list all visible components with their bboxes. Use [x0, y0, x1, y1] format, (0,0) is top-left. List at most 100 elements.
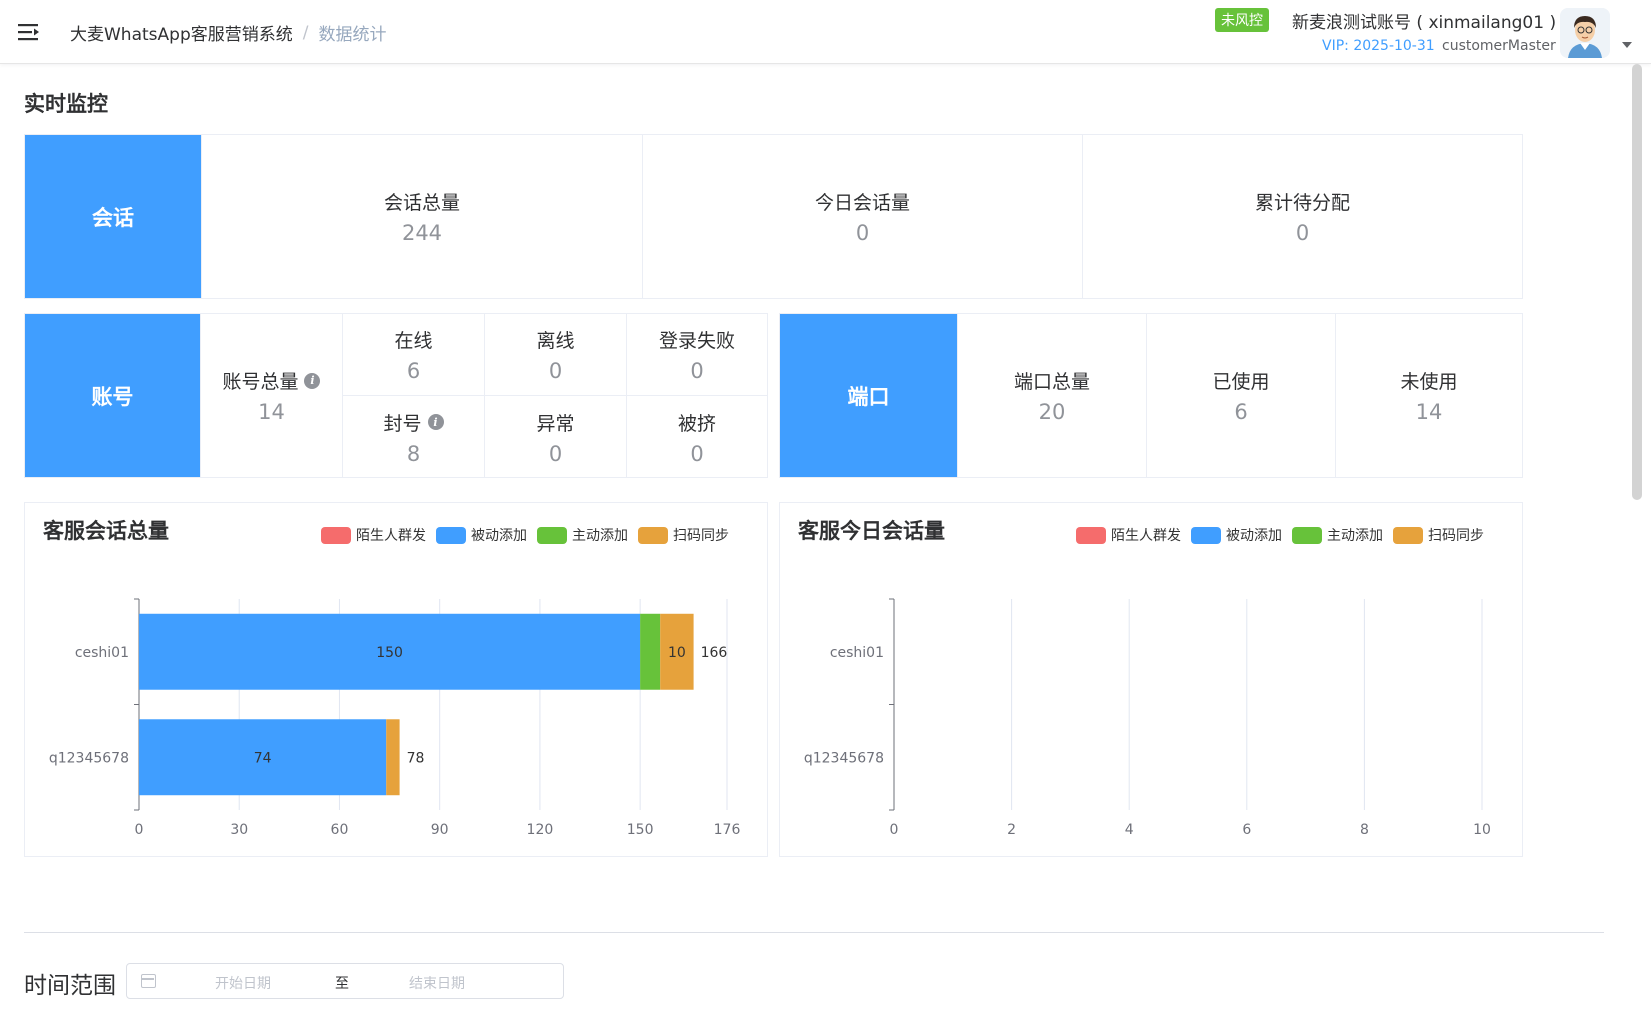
account-label-block: 账号: [25, 314, 200, 477]
bar-value-label: 10: [668, 645, 686, 661]
chart-card-today: 客服今日会话量 陌生人群发 被动添加 主动添加 扫码同步 0 2 4 6 8 10 cesh…: [779, 502, 1523, 857]
date-range-picker[interactable]: 开始日期 至 结束日期: [126, 963, 564, 999]
scrollbar[interactable]: [1632, 64, 1642, 500]
stat-label: 封号 i: [383, 409, 444, 436]
chevron-down-icon[interactable]: [1622, 42, 1632, 48]
chart-card-total: 客服会话总量 陌生人群发 被动添加 主动添加 扫码同步 0 30 60 90 120 15…: [24, 502, 768, 857]
y-category-label: q12345678: [804, 750, 884, 766]
stat-value: 0: [690, 359, 704, 383]
bar-total-label: 78: [407, 750, 425, 766]
stat-label: 累计待分配: [1254, 192, 1350, 214]
end-date-input[interactable]: 结束日期: [409, 973, 465, 993]
x-tick-label: 6: [1242, 822, 1251, 838]
x-tick-label: 150: [627, 822, 654, 838]
section-title: 实时监控: [24, 92, 108, 116]
stat-label: 今日会话量: [814, 192, 910, 214]
stat-label: 未使用: [1400, 371, 1458, 393]
bar-segment: [386, 719, 400, 796]
time-range-label: 时间范围: [24, 973, 116, 999]
x-tick-label: 60: [331, 822, 349, 838]
info-icon[interactable]: i: [304, 372, 321, 389]
breadcrumb-separator: /: [302, 22, 309, 43]
account-panel: 账号 账号总量 i 14 在线 6 离线 0 登录失败 0 封号 i 8 异常: [24, 313, 768, 478]
x-tick-label: 90: [431, 822, 449, 838]
stat-cell-account-total: 账号总量 i 14: [199, 314, 342, 477]
stat-cell-login-failed: 登录失败 0: [626, 314, 767, 396]
divider: [24, 932, 1604, 933]
menu-toggle-icon[interactable]: [18, 22, 40, 42]
bar-total-label: 166: [701, 645, 728, 661]
stat-value: 20: [1038, 400, 1066, 424]
bar-value-label: 74: [254, 750, 272, 766]
risk-status-badge: 未风控: [1215, 8, 1269, 32]
banned-label: 封号: [383, 412, 422, 435]
stat-value: 0: [548, 441, 563, 466]
start-date-input[interactable]: 开始日期: [215, 973, 271, 993]
info-icon[interactable]: i: [427, 414, 444, 430]
stat-label: 异常: [536, 412, 575, 435]
breadcrumb: 大麦WhatsApp客服营销系统 / 数据统计: [70, 20, 387, 46]
x-tick-label: 176: [714, 822, 741, 838]
stat-value: 0: [1295, 221, 1310, 245]
x-tick-label: 0: [135, 822, 144, 838]
stat-value: 0: [690, 441, 704, 466]
stat-cell-banned: 封号 i 8: [342, 396, 484, 478]
port-panel: 端口 端口总量 20 已使用 6 未使用 14: [779, 313, 1523, 478]
stat-cell-port-unused: 未使用 14: [1335, 314, 1522, 477]
stat-cell-kicked: 被挤 0: [626, 396, 767, 478]
top-header: 大麦WhatsApp客服营销系统 / 数据统计 未风控 新麦浪测试账号 ( xi…: [0, 0, 1651, 64]
stat-label: 登录失败: [658, 330, 735, 352]
x-tick-label: 30: [230, 822, 248, 838]
calendar-icon: [141, 974, 156, 988]
x-tick-label: 4: [1125, 822, 1134, 838]
stat-label: 被挤: [677, 412, 716, 435]
account-status-grid: 在线 6 离线 0 登录失败 0 封号 i 8 异常 0 被挤 0: [342, 314, 767, 478]
x-tick-label: 10: [1473, 822, 1491, 838]
stat-cell-session-today: 今日会话量 0: [642, 135, 1082, 298]
x-tick-label: 0: [890, 822, 899, 838]
stat-cell-port-total: 端口总量 20: [957, 314, 1146, 477]
user-role: customerMaster: [1442, 38, 1556, 54]
port-label-block: 端口: [780, 314, 957, 477]
stat-value: 0: [855, 221, 870, 245]
stat-label: 离线: [536, 330, 575, 352]
stat-value: 14: [258, 400, 285, 424]
x-tick-label: 2: [1007, 822, 1016, 838]
stat-label: 账号总量 i: [222, 367, 321, 394]
stat-label: 端口总量: [1013, 371, 1090, 393]
stat-cell-offline: 离线 0: [484, 314, 626, 396]
y-category-label: q12345678: [49, 750, 129, 766]
y-category-label: ceshi01: [75, 645, 129, 661]
stat-label: 已使用: [1212, 371, 1270, 393]
vip-expiry: VIP: 2025-10-31: [1322, 38, 1435, 54]
stat-label: 会话总量: [383, 192, 460, 214]
stat-cell-abnormal: 异常 0: [484, 396, 626, 478]
chart-plot: 0 2 4 6 8 10 ceshi01 q12345678: [804, 598, 1491, 838]
stat-cell-session-pending: 累计待分配 0: [1082, 135, 1522, 298]
avatar[interactable]: [1560, 8, 1610, 58]
bar-segment: [640, 613, 661, 690]
stat-value: 0: [548, 359, 563, 383]
stat-cell-online: 在线 6: [342, 314, 484, 396]
session-panel: 会话 会话总量 244 今日会话量 0 累计待分配 0: [24, 134, 1523, 299]
stat-value: 6: [1234, 400, 1248, 424]
user-avatar-icon: [1560, 8, 1610, 58]
date-range-separator: 至: [335, 976, 349, 992]
y-category-label: ceshi01: [830, 645, 884, 661]
session-label-block: 会话: [25, 135, 201, 298]
chart-plot: 0 30 60 90 120 150 176 ceshi01 150 10 166 q12345678…: [49, 598, 741, 838]
bar-value-label: 150: [376, 645, 403, 661]
x-tick-label: 120: [527, 822, 554, 838]
stat-value: 6: [406, 359, 421, 383]
stat-value: 14: [1415, 400, 1443, 424]
stat-cell-session-total: 会话总量 244: [201, 135, 642, 298]
stat-value: 244: [401, 221, 443, 245]
x-tick-label: 8: [1360, 822, 1369, 838]
account-name: 新麦浪测试账号 ( xinmailang01 ): [1292, 13, 1557, 33]
account-total-label: 账号总量: [222, 371, 299, 393]
stat-label: 在线: [394, 330, 433, 352]
breadcrumb-root[interactable]: 大麦WhatsApp客服营销系统: [70, 20, 293, 45]
breadcrumb-current: 数据统计: [318, 25, 387, 45]
stat-value: 8: [406, 441, 421, 466]
stat-cell-port-used: 已使用 6: [1146, 314, 1335, 477]
